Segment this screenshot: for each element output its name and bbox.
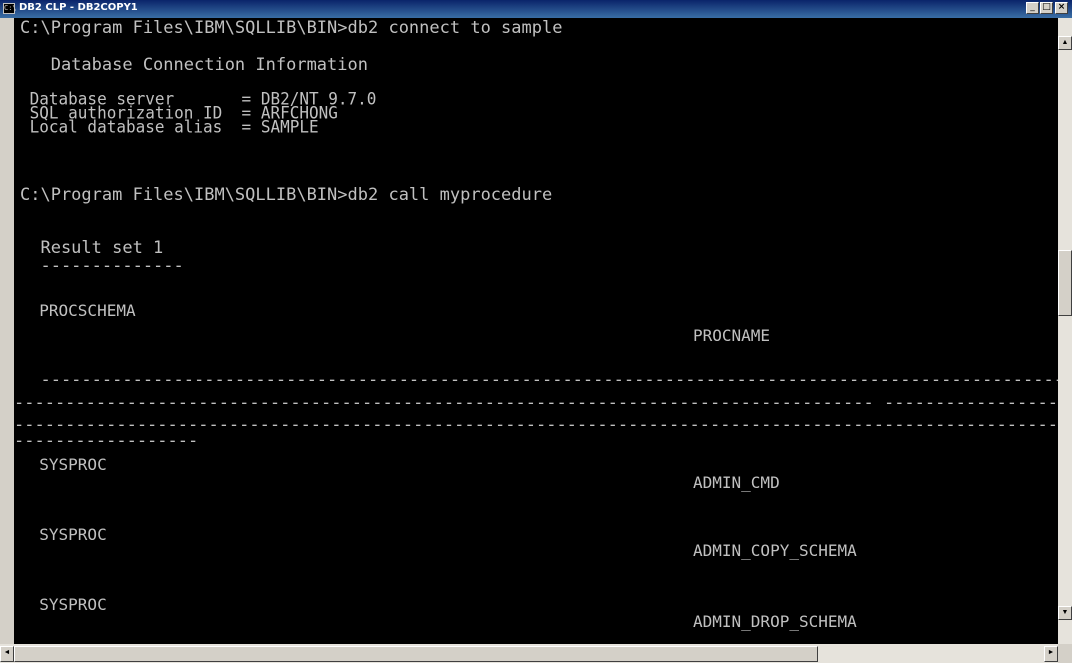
result-procschema: SYSPROC [20,595,107,614]
scroll-up-button[interactable]: ▲ [1058,36,1072,50]
window-border [0,18,14,644]
terminal-output[interactable]: C:\Program Files\IBM\SQLLIB\BIN>db2 conn… [14,18,1058,644]
scroll-right-button[interactable]: ► [1044,646,1058,662]
window-title: DB2 CLP - DB2COPY1 [19,2,138,13]
minimize-button[interactable]: _ [1026,2,1039,14]
scroll-down-button[interactable]: ▼ [1058,606,1072,620]
maximize-button[interactable]: □ [1040,2,1053,14]
output-line: Result set 1 [20,238,164,258]
scroll-thumb[interactable] [1058,250,1072,316]
console-icon[interactable]: C:\ [3,3,17,14]
column-header-procname: PROCNAME [693,326,771,345]
scroll-left-button[interactable]: ◄ [0,646,14,662]
result-procschema: SYSPROC [20,525,107,544]
result-procname: ADMIN_CMD [693,473,780,492]
result-procname: ADMIN_COPY_SCHEMA [693,541,857,560]
column-header-procschema: PROCSCHEMA [20,301,136,320]
output-line: -------------- [20,256,184,276]
console-window: C:\ DB2 CLP - DB2COPY1 _ □ × C:\Program … [0,0,1072,663]
output-line: Local database alias = SAMPLE [20,116,319,137]
title-bar[interactable]: C:\ DB2 CLP - DB2COPY1 _ □ × [0,0,1072,18]
output-line: Database Connection Information [20,55,368,75]
result-procname: ADMIN_DROP_SCHEMA [693,612,857,631]
separator-line: ----------------------------------------… [14,393,1058,413]
size-grip [1058,644,1072,663]
separator-line: ------------------ [14,431,199,451]
separator-line: ----------------------------------------… [40,370,1058,390]
command-line: C:\Program Files\IBM\SQLLIB\BIN>db2 call… [20,185,553,205]
horizontal-scroll-thumb[interactable] [14,646,818,662]
vertical-scrollbar[interactable]: ▲ ▼ [1058,18,1072,644]
horizontal-scrollbar[interactable]: ◄ ► [0,644,1058,663]
close-button[interactable]: × [1055,2,1068,14]
result-procschema: SYSPROC [20,455,107,474]
command-line: C:\Program Files\IBM\SQLLIB\BIN>db2 conn… [20,18,563,38]
